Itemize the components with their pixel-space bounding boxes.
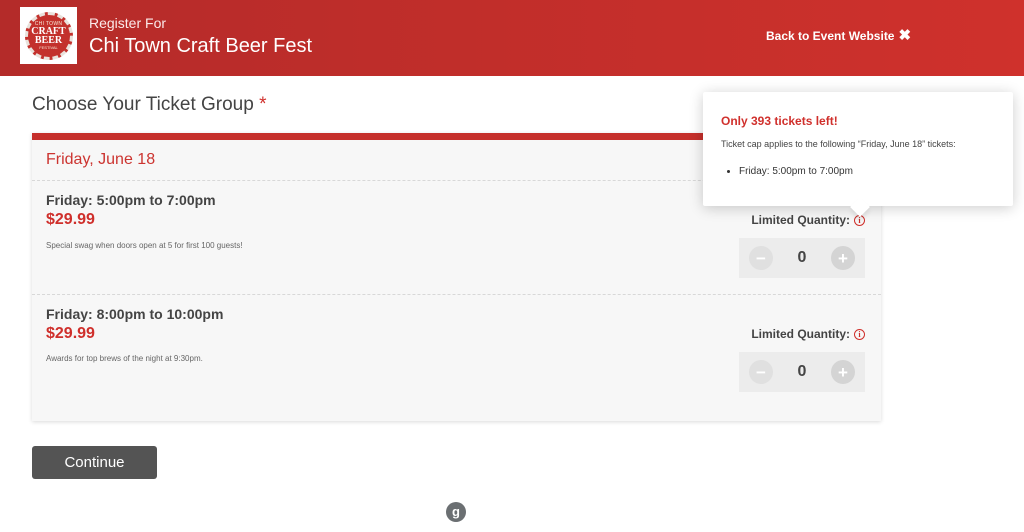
limited-quantity-label: Limited Quantity: i (751, 327, 865, 341)
register-for-label: Register For (89, 15, 167, 31)
ticket-cap-popover: Only 393 tickets left! Ticket cap applie… (703, 92, 1013, 206)
decrement-button[interactable]: − (749, 246, 773, 270)
info-icon[interactable]: i (854, 328, 865, 340)
quantity-value: 0 (797, 363, 807, 380)
ticket-description: Awards for top brews of the night at 9:3… (46, 354, 203, 363)
limited-quantity-text: Limited Quantity: (751, 213, 850, 227)
footer-logo-icon: g (446, 502, 466, 522)
continue-button[interactable]: Continue (32, 446, 157, 479)
limited-quantity-label: Limited Quantity: i (751, 213, 865, 227)
header-bar: CHI TOWN CRAFT BEER FESTIVAL Register Fo… (0, 0, 1024, 76)
page-title: Choose Your Ticket Group * (32, 94, 267, 116)
ticket-name: Friday: 8:00pm to 10:00pm (46, 306, 224, 322)
popover-text: Ticket cap applies to the following “Fri… (721, 139, 956, 149)
event-logo: CHI TOWN CRAFT BEER FESTIVAL (20, 7, 77, 64)
ticket-group-title: Friday, June 18 (46, 151, 156, 168)
logo-text-line: BEER (34, 35, 63, 46)
quantity-stepper: − 0 + (739, 352, 865, 392)
logo-text-line: FESTIVAL (39, 45, 58, 50)
divider (32, 294, 881, 295)
increment-button[interactable]: + (831, 246, 855, 270)
popover-list-item: Friday: 5:00pm to 7:00pm (739, 166, 853, 177)
bottle-cap-logo: CHI TOWN CRAFT BEER FESTIVAL (24, 11, 73, 60)
limited-quantity-text: Limited Quantity: (751, 327, 850, 341)
close-icon: ✖ (898, 27, 912, 44)
decrement-button[interactable]: − (749, 360, 773, 384)
required-mark: * (259, 94, 267, 115)
popover-list: Friday: 5:00pm to 7:00pm (739, 166, 853, 177)
page-title-text: Choose Your Ticket Group (32, 94, 254, 115)
back-to-event-link[interactable]: Back to Event Website ✖ (766, 27, 912, 44)
ticket-name: Friday: 5:00pm to 7:00pm (46, 192, 216, 208)
event-name: Chi Town Craft Beer Fest (89, 35, 313, 57)
quantity-value: 0 (797, 249, 807, 266)
quantity-stepper: − 0 + (739, 238, 865, 278)
popover-title: Only 393 tickets left! (721, 114, 838, 128)
back-to-event-label: Back to Event Website (766, 29, 895, 43)
ticket-price: $29.99 (46, 211, 95, 228)
ticket-price: $29.99 (46, 325, 95, 342)
increment-button[interactable]: + (831, 360, 855, 384)
ticket-description: Special swag when doors open at 5 for fi… (46, 241, 243, 250)
